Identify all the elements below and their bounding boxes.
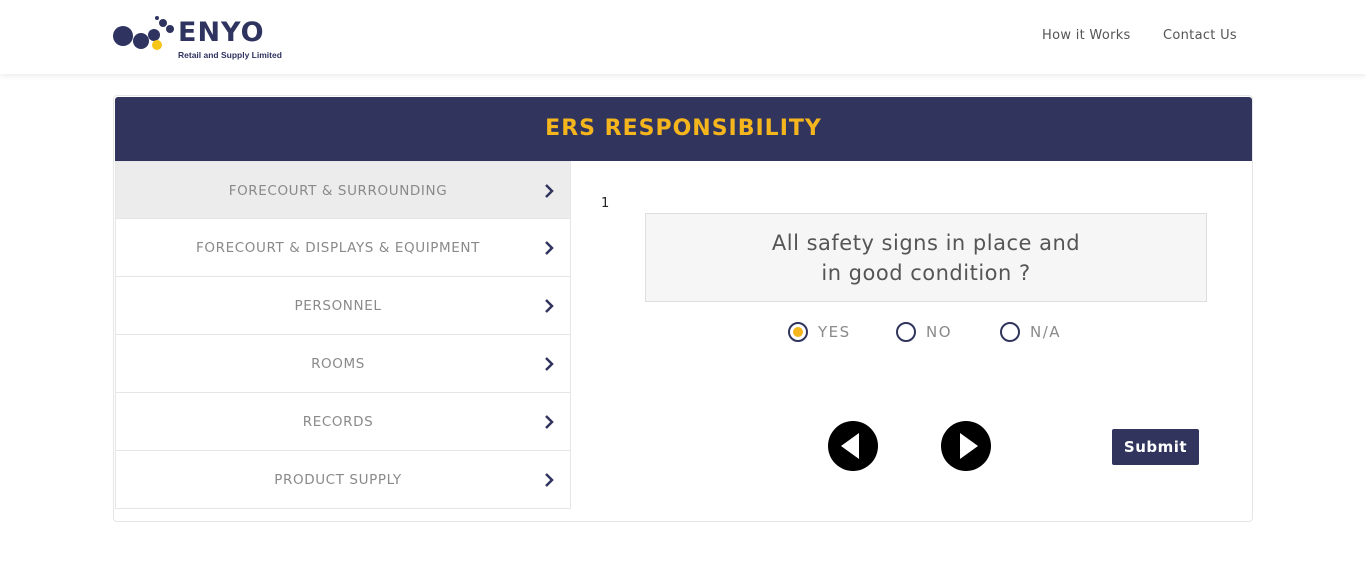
- arrow-right-circle-icon: [960, 433, 978, 459]
- nav-link-how-it-works[interactable]: How it Works: [1042, 28, 1131, 43]
- question-text: All safety signs in place and in good co…: [771, 230, 1081, 285]
- sidebar-item-label: FORECOURT & DISPLAYS & EQUIPMENT: [196, 240, 480, 256]
- page-title: ERS RESPONSIBILITY: [545, 116, 822, 141]
- sidebar-item-label: RECORDS: [302, 414, 374, 430]
- radio-selected-dot: [793, 327, 803, 337]
- question-number: 1: [601, 196, 610, 211]
- submit-button[interactable]: Submit: [1112, 429, 1199, 465]
- sidebar-item-forecourt-displays-equipment[interactable]: FORECOURT & DISPLAYS & EQUIPMENT: [115, 219, 571, 277]
- chevron-right-icon: [545, 184, 554, 198]
- category-sidebar: FORECOURT & SURROUNDING FORECOURT & DISP…: [115, 161, 571, 509]
- card-header: ERS RESPONSIBILITY: [115, 97, 1252, 161]
- chevron-right-icon: [545, 241, 554, 255]
- chevron-right-icon: [545, 299, 554, 313]
- logo-subtitle: Retail and Supply Limited: [178, 50, 282, 60]
- sidebar-item-label: PRODUCT SUPPLY: [274, 472, 402, 488]
- sidebar-item-rooms[interactable]: ROOMS: [115, 335, 571, 393]
- sidebar-item-label: FORECOURT & SURROUNDING: [228, 183, 448, 199]
- chevron-right-icon: [545, 473, 554, 487]
- radio-icon[interactable]: [1000, 322, 1020, 342]
- logo[interactable]: ENYO Retail and Supply Limited: [112, 16, 302, 66]
- sidebar-item-forecourt-surrounding[interactable]: FORECOURT & SURROUNDING: [115, 161, 571, 219]
- nav-link-contact-us[interactable]: Contact Us: [1163, 28, 1237, 43]
- radio-icon[interactable]: [788, 322, 808, 342]
- logo-wordmark: ENYO: [178, 17, 265, 48]
- previous-question-button[interactable]: [828, 421, 878, 471]
- question-box: All safety signs in place and in good co…: [645, 213, 1207, 302]
- sidebar-item-records[interactable]: RECORDS: [115, 393, 571, 451]
- logo-dots-icon: [113, 16, 174, 50]
- option-label: YES: [818, 323, 851, 341]
- radio-icon[interactable]: [896, 322, 916, 342]
- sidebar-item-product-supply[interactable]: PRODUCT SUPPLY: [115, 451, 571, 509]
- sidebar-item-label: PERSONNEL: [294, 298, 382, 314]
- chevron-right-icon: [545, 357, 554, 371]
- sidebar-item-personnel[interactable]: PERSONNEL: [115, 277, 571, 335]
- chevron-right-icon: [545, 415, 554, 429]
- next-question-button[interactable]: [941, 421, 991, 471]
- sidebar-item-label: ROOMS: [311, 356, 365, 372]
- arrow-left-circle-icon: [841, 433, 859, 459]
- option-label: N/A: [1030, 323, 1062, 341]
- option-label: NO: [926, 323, 953, 341]
- top-navbar: ENYO Retail and Supply Limited How it Wo…: [0, 0, 1366, 74]
